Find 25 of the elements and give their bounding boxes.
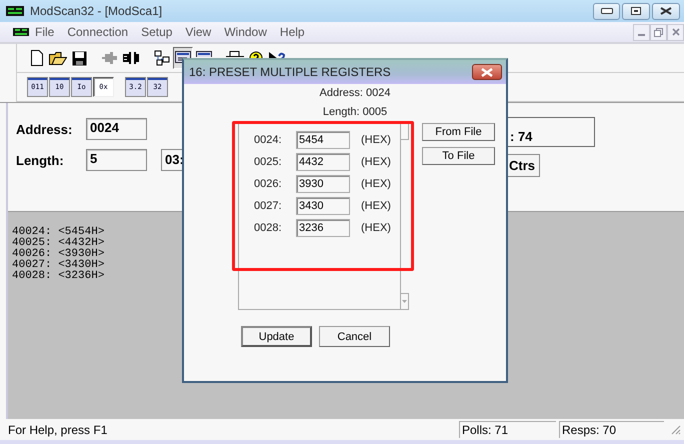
register-address: 0027: (254, 200, 283, 212)
format-label: (HEX) (361, 134, 391, 146)
status-help-text: For Help, press F1 (8, 422, 108, 436)
polls-count: Polls: 71 (459, 421, 556, 438)
address-info: Address: 0024 (318, 86, 392, 101)
length-info: Length: 0005 (322, 105, 388, 120)
dialog-title: 16: PRESET MULTIPLE REGISTERS (189, 65, 391, 79)
register-value: 40024: <5454H> (12, 227, 104, 238)
poll-counter: : 74 (510, 129, 532, 144)
register-value: 40025: <4432H> (12, 238, 104, 249)
register-address: 0026: (254, 178, 283, 190)
format-label: (HEX) (361, 200, 391, 212)
format-label: (HEX) (361, 178, 391, 190)
register-address: 0028: (254, 222, 283, 234)
register-value: 40026: <3930H> (12, 249, 104, 260)
format-label: (HEX) (361, 156, 391, 168)
address-label: Address: (16, 122, 74, 136)
register-value: 40028: <3236H> (12, 271, 104, 282)
register-value: 40027: <3430H> (12, 260, 104, 271)
register-address: 0025: (254, 156, 283, 168)
window-title: ModScan32 - [ModSca1] (30, 4, 162, 18)
format-label: (HEX) (361, 222, 391, 234)
responses-count: Resps: 70 (559, 421, 664, 438)
register-address: 0024: (254, 134, 283, 146)
length-label: Length: (16, 152, 65, 168)
